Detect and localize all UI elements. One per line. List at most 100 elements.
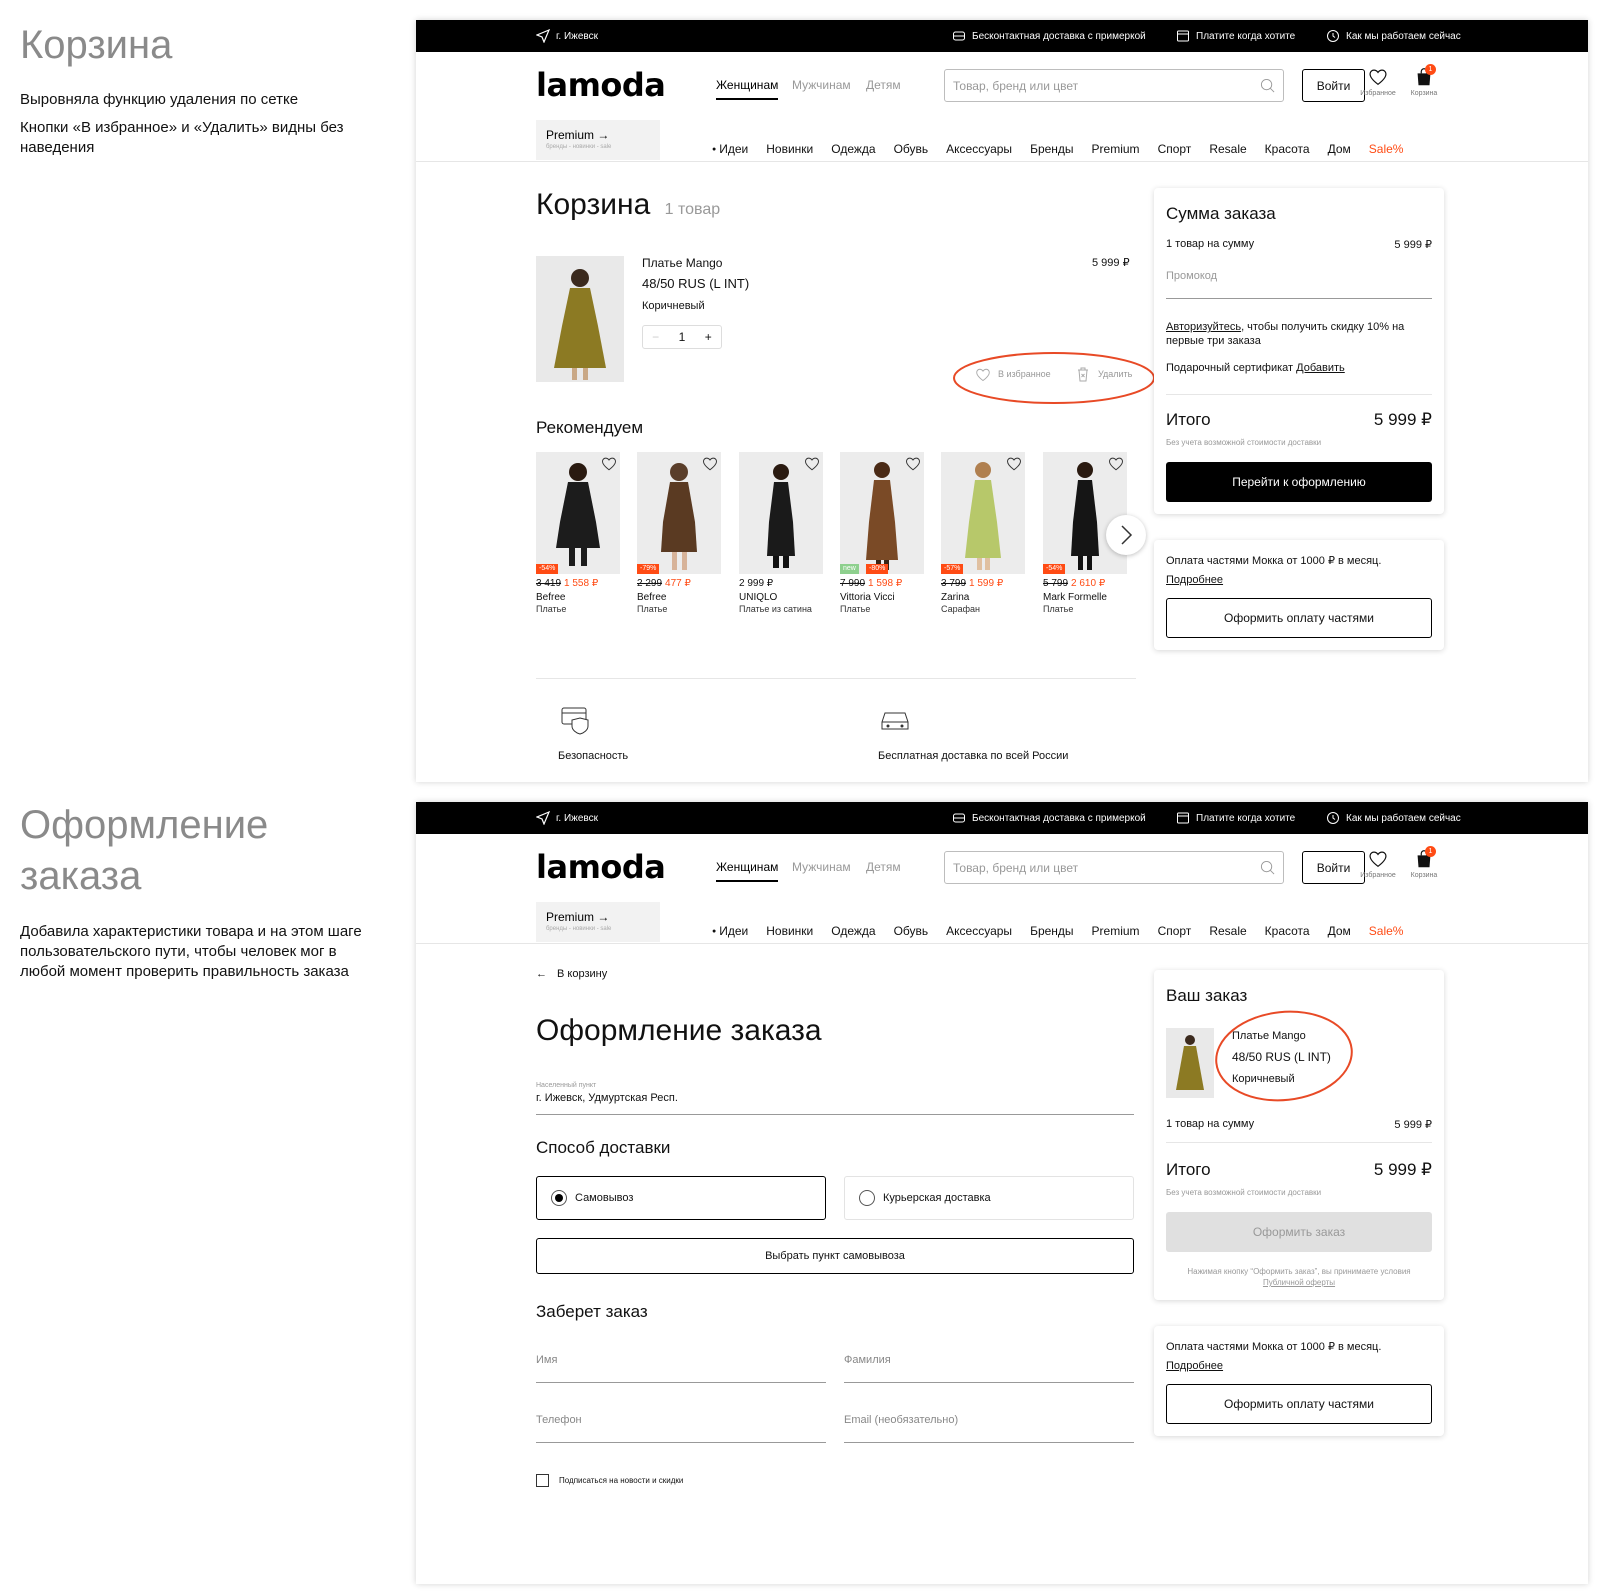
promo-input[interactable]: Промокод — [1166, 270, 1217, 282]
choose-pickup-point-button[interactable]: Выбрать пункт самовывоза — [536, 1238, 1134, 1274]
menu-accessories[interactable]: Аксессуары — [946, 142, 1012, 156]
favorites-button[interactable]: Избранное — [1356, 848, 1400, 879]
menu-sport[interactable]: Спорт — [1158, 142, 1192, 156]
search-input[interactable]: Товар, бренд или цвет — [944, 69, 1284, 102]
menu-resale[interactable]: Resale — [1209, 924, 1246, 938]
qty-minus-button[interactable]: − — [643, 330, 668, 344]
city-selector[interactable]: г. Ижевск — [536, 802, 598, 834]
heart-icon[interactable] — [1005, 454, 1023, 472]
heart-icon[interactable] — [803, 454, 821, 472]
category: Платье из сатина — [739, 604, 812, 614]
topbar-delivery[interactable]: Бесконтактная доставка с примеркой — [952, 802, 1146, 834]
mokka-more-link[interactable]: Подробнее — [1166, 1360, 1223, 1372]
dress-image — [554, 269, 606, 380]
menu-ideas[interactable]: Идеи — [712, 924, 748, 938]
checkout-button[interactable]: Перейти к оформлению — [1166, 462, 1432, 502]
mokka-button[interactable]: Оформить оплату частями — [1166, 598, 1432, 638]
cart-button[interactable]: 1 Корзина — [1402, 64, 1446, 97]
menu-premium[interactable]: Premium — [1092, 142, 1140, 156]
menu-shoes[interactable]: Обувь — [894, 142, 929, 156]
city-label: г. Ижевск — [556, 812, 598, 824]
qty-plus-button[interactable]: + — [696, 330, 721, 344]
last-name-field[interactable]: Фамилия — [844, 1354, 891, 1366]
menu-resale[interactable]: Resale — [1209, 142, 1246, 156]
recommend-item[interactable]: -79% 2 299 477 ₽ Befree Платье — [637, 452, 721, 614]
email-field[interactable]: Email (необязательно) — [844, 1414, 958, 1426]
menu-new[interactable]: Новинки — [766, 142, 813, 156]
menu-brands[interactable]: Бренды — [1030, 924, 1073, 938]
offer-link[interactable]: Публичной оферты — [1263, 1278, 1335, 1287]
favorites-button[interactable]: Избранное — [1356, 66, 1400, 97]
annotation-circle-order — [1215, 1010, 1353, 1102]
cart-frame: г. Ижевск Бесконтактная доставка с приме… — [416, 20, 1588, 782]
heart-icon — [1369, 851, 1387, 868]
recommend-item[interactable]: -54% 3 419 1 558 ₽ Befree Платье — [536, 452, 620, 614]
recommend-item-image: -57% — [941, 452, 1025, 574]
menu-beauty[interactable]: Красота — [1265, 924, 1310, 938]
topbar-delivery[interactable]: Бесконтактная доставка с примеркой — [952, 20, 1146, 52]
tab-women[interactable]: Женщинам — [716, 78, 779, 100]
city-selector[interactable]: г. Ижевск — [536, 20, 598, 52]
cart-label: Корзина — [1410, 90, 1438, 97]
menu-clothes[interactable]: Одежда — [831, 924, 875, 938]
back-to-cart-link[interactable]: ← В корзину — [536, 968, 607, 980]
heart-icon[interactable] — [600, 454, 618, 472]
menu-home[interactable]: Дом — [1328, 924, 1351, 938]
place-order-button[interactable]: Оформить заказ — [1166, 1212, 1432, 1252]
delivery-title: Способ доставки — [536, 1138, 671, 1157]
total-label: Итого — [1166, 1160, 1211, 1179]
recommend-item[interactable]: new -80% 7 990 1 598 ₽ Vittoria Vicci Пла… — [840, 452, 924, 614]
new-badge: new — [840, 564, 859, 574]
menu-home[interactable]: Дом — [1328, 142, 1351, 156]
menu-sale[interactable]: Sale% — [1369, 142, 1404, 156]
topbar-how-label: Как мы работаем сейчас — [1346, 812, 1461, 824]
divider — [1166, 394, 1432, 395]
mokka-more-link[interactable]: Подробнее — [1166, 574, 1223, 586]
auth-link[interactable]: Авторизуйтесь — [1166, 321, 1241, 333]
topbar-pay[interactable]: Платите когда хотите — [1176, 20, 1295, 52]
first-name-field[interactable]: Имя — [536, 1354, 557, 1366]
menu-sport[interactable]: Спорт — [1158, 924, 1192, 938]
carousel-next-button[interactable] — [1106, 515, 1146, 555]
mokka-button[interactable]: Оформить оплату частями — [1166, 1384, 1432, 1424]
courier-radio[interactable]: Курьерская доставка — [844, 1176, 1134, 1220]
search-input[interactable]: Товар, бренд или цвет — [944, 851, 1284, 884]
menu-beauty[interactable]: Красота — [1265, 142, 1310, 156]
tab-men[interactable]: Мужчинам — [792, 860, 851, 880]
menu-brands[interactable]: Бренды — [1030, 142, 1073, 156]
topbar-how[interactable]: Как мы работаем сейчас — [1326, 802, 1461, 834]
subscribe-checkbox[interactable]: Подписаться на новости и скидки — [536, 1474, 683, 1487]
heart-icon[interactable] — [1107, 454, 1125, 472]
phone-field[interactable]: Телефон — [536, 1414, 582, 1426]
gift-add-link[interactable]: Добавить — [1296, 362, 1345, 374]
lamoda-logo[interactable]: lamoda — [536, 66, 666, 104]
menu-clothes[interactable]: Одежда — [831, 142, 875, 156]
menu-new[interactable]: Новинки — [766, 924, 813, 938]
topbar-how[interactable]: Как мы работаем сейчас — [1326, 20, 1461, 52]
locality-value[interactable]: г. Ижевск, Удмуртская Респ. — [536, 1092, 678, 1104]
arrow-right-icon: → — [597, 128, 610, 142]
lamoda-logo[interactable]: lamoda — [536, 848, 666, 886]
tab-kids[interactable]: Детям — [866, 860, 901, 880]
tab-men[interactable]: Мужчинам — [792, 78, 851, 98]
category: Платье — [536, 604, 567, 614]
heart-icon[interactable] — [904, 454, 922, 472]
menu-ideas[interactable]: Идеи — [712, 142, 748, 156]
menu-sale[interactable]: Sale% — [1369, 924, 1404, 938]
total-label: Итого — [1166, 410, 1211, 429]
search-placeholder: Товар, бренд или цвет — [953, 860, 1079, 875]
recommend-item[interactable]: 2 999 ₽ UNIQLO Платье из сатина — [739, 452, 823, 614]
tab-women[interactable]: Женщинам — [716, 860, 779, 882]
pickup-radio[interactable]: Самовывоз — [536, 1176, 826, 1220]
heart-icon[interactable] — [701, 454, 719, 472]
cart-button[interactable]: 1 Корзина — [1402, 846, 1446, 879]
recommend-item[interactable]: -57% 3 799 1 599 ₽ Zarina Сарафан — [941, 452, 1025, 614]
cart-item-image[interactable] — [536, 256, 624, 382]
topbar-pay[interactable]: Платите когда хотите — [1176, 802, 1295, 834]
menu-premium[interactable]: Premium — [1092, 924, 1140, 938]
tab-kids[interactable]: Детям — [866, 78, 901, 98]
menu-accessories[interactable]: Аксессуары — [946, 924, 1012, 938]
premium-banner[interactable]: Premium → бренды - новинки - sale — [536, 120, 660, 160]
menu-shoes[interactable]: Обувь — [894, 924, 929, 938]
premium-banner[interactable]: Premium → бренды - новинки - sale — [536, 902, 660, 942]
